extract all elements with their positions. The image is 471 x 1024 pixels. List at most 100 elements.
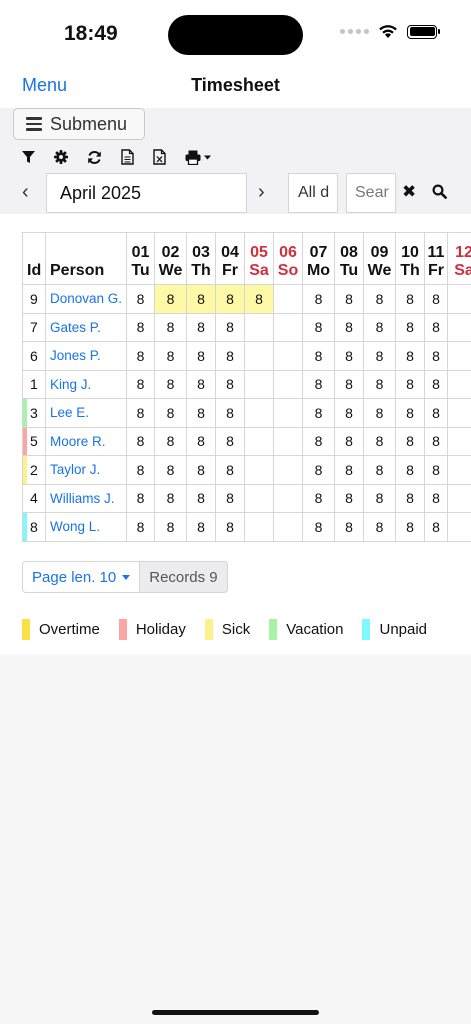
hours-cell[interactable]: 8	[302, 341, 335, 371]
next-month-button[interactable]: ›	[258, 181, 265, 204]
hours-cell[interactable]: 8	[302, 312, 335, 342]
hours-cell[interactable]: 8	[186, 341, 216, 371]
hours-cell[interactable]: 8	[363, 369, 396, 399]
hours-cell[interactable]: 8	[215, 398, 245, 428]
column-header-person[interactable]: Person	[45, 232, 127, 285]
hours-cell[interactable]	[244, 312, 274, 342]
hours-cell[interactable]: 8	[334, 512, 364, 542]
hours-cell[interactable]	[447, 426, 471, 456]
hours-cell[interactable]	[244, 512, 274, 542]
hours-cell[interactable]: 8	[302, 455, 335, 485]
hours-cell[interactable]: 8	[215, 341, 245, 371]
hours-cell[interactable]	[244, 369, 274, 399]
person-link[interactable]: Lee E.	[45, 398, 127, 428]
table-row[interactable]: 3 Lee E. 8 8 8 8 8 8 8 8 8	[22, 398, 471, 428]
hours-cell[interactable]: 8	[154, 312, 187, 342]
hours-cell[interactable]	[447, 455, 471, 485]
hours-cell[interactable]	[244, 398, 274, 428]
hours-cell[interactable]	[273, 312, 303, 342]
menu-link[interactable]: Menu	[22, 75, 67, 96]
hours-cell[interactable]: 8	[126, 398, 155, 428]
hours-cell[interactable]: 8	[154, 512, 187, 542]
hours-cell[interactable]: 8	[334, 369, 364, 399]
excel-export-icon[interactable]	[153, 149, 166, 165]
hours-cell[interactable]: 8	[363, 455, 396, 485]
hours-cell[interactable]: 8	[186, 369, 216, 399]
prev-month-button[interactable]: ‹	[22, 181, 29, 204]
hours-cell[interactable]	[244, 341, 274, 371]
hours-cell[interactable]: 8	[186, 426, 216, 456]
hours-cell[interactable]: 8	[186, 398, 216, 428]
person-link[interactable]: Taylor J.	[45, 455, 127, 485]
table-row[interactable]: 6 Jones P. 8 8 8 8 8 8 8 8 8	[22, 341, 471, 371]
hours-cell[interactable]: 8	[126, 312, 155, 342]
hours-cell[interactable]: 8	[395, 284, 425, 314]
hours-cell[interactable]: 8	[424, 426, 448, 456]
search-icon[interactable]	[432, 184, 447, 204]
person-link[interactable]: Wong L.	[45, 512, 127, 542]
hours-cell[interactable]: 8	[215, 284, 245, 314]
table-row[interactable]: 1 King J. 8 8 8 8 8 8 8 8 8	[22, 369, 471, 399]
hours-cell[interactable]: 8	[215, 512, 245, 542]
hours-cell[interactable]	[447, 398, 471, 428]
hours-cell[interactable]: 8	[154, 284, 187, 314]
hours-cell[interactable]: 8	[126, 284, 155, 314]
hours-cell[interactable]	[273, 455, 303, 485]
document-icon[interactable]	[121, 149, 134, 165]
hours-cell[interactable]	[244, 455, 274, 485]
hours-cell[interactable]	[273, 398, 303, 428]
hours-cell[interactable]: 8	[363, 312, 396, 342]
hours-cell[interactable]: 8	[363, 398, 396, 428]
hours-cell[interactable]: 8	[334, 426, 364, 456]
hours-cell[interactable]: 8	[395, 512, 425, 542]
table-row[interactable]: 5 Moore R. 8 8 8 8 8 8 8 8 8	[22, 426, 471, 456]
hours-cell[interactable]: 8	[302, 426, 335, 456]
filter-icon[interactable]	[22, 150, 35, 164]
hours-cell[interactable]: 8	[334, 483, 364, 513]
hours-cell[interactable]: 8	[215, 369, 245, 399]
hours-cell[interactable]: 8	[334, 284, 364, 314]
table-row[interactable]: 2 Taylor J. 8 8 8 8 8 8 8 8 8	[22, 455, 471, 485]
hours-cell[interactable]	[447, 312, 471, 342]
hours-cell[interactable]: 8	[395, 369, 425, 399]
hours-cell[interactable]: 8	[186, 483, 216, 513]
hours-cell[interactable]: 8	[334, 312, 364, 342]
hours-cell[interactable]: 8	[363, 284, 396, 314]
hours-cell[interactable]: 8	[363, 426, 396, 456]
print-icon[interactable]	[185, 150, 211, 165]
hours-cell[interactable]: 8	[395, 455, 425, 485]
hours-cell[interactable]	[447, 512, 471, 542]
hours-cell[interactable]: 8	[424, 483, 448, 513]
hours-cell[interactable]: 8	[186, 284, 216, 314]
hours-cell[interactable]	[273, 512, 303, 542]
hours-cell[interactable]: 8	[395, 312, 425, 342]
hours-cell[interactable]: 8	[302, 369, 335, 399]
hours-cell[interactable]: 8	[424, 398, 448, 428]
hours-cell[interactable]: 8	[302, 512, 335, 542]
hours-cell[interactable]	[244, 426, 274, 456]
hours-cell[interactable]: 8	[424, 341, 448, 371]
hours-cell[interactable]: 8	[424, 369, 448, 399]
person-link[interactable]: Williams J.	[45, 483, 127, 513]
hours-cell[interactable]: 8	[395, 426, 425, 456]
submenu-button[interactable]: Submenu	[13, 108, 145, 140]
hours-cell[interactable]: 8	[424, 455, 448, 485]
hours-cell[interactable]: 8	[395, 341, 425, 371]
hours-cell[interactable]: 8	[126, 426, 155, 456]
hours-cell[interactable]: 8	[126, 455, 155, 485]
hours-cell[interactable]: 8	[215, 312, 245, 342]
hours-cell[interactable]: 8	[215, 455, 245, 485]
hours-cell[interactable]	[273, 341, 303, 371]
hours-cell[interactable]: 8	[334, 455, 364, 485]
hours-cell[interactable]: 8	[186, 312, 216, 342]
hours-cell[interactable]: 8	[154, 341, 187, 371]
gear-icon[interactable]	[54, 150, 68, 164]
hours-cell[interactable]	[447, 284, 471, 314]
hours-cell[interactable]	[447, 369, 471, 399]
table-row[interactable]: 9 Donovan G. 8 8 8 8 8 8 8 8 8 8	[22, 284, 471, 314]
search-input[interactable]	[346, 173, 396, 213]
hours-cell[interactable]: 8	[334, 341, 364, 371]
hours-cell[interactable]: 8	[154, 426, 187, 456]
clear-search-button[interactable]: ✖	[402, 182, 416, 202]
hours-cell[interactable]: 8	[154, 483, 187, 513]
